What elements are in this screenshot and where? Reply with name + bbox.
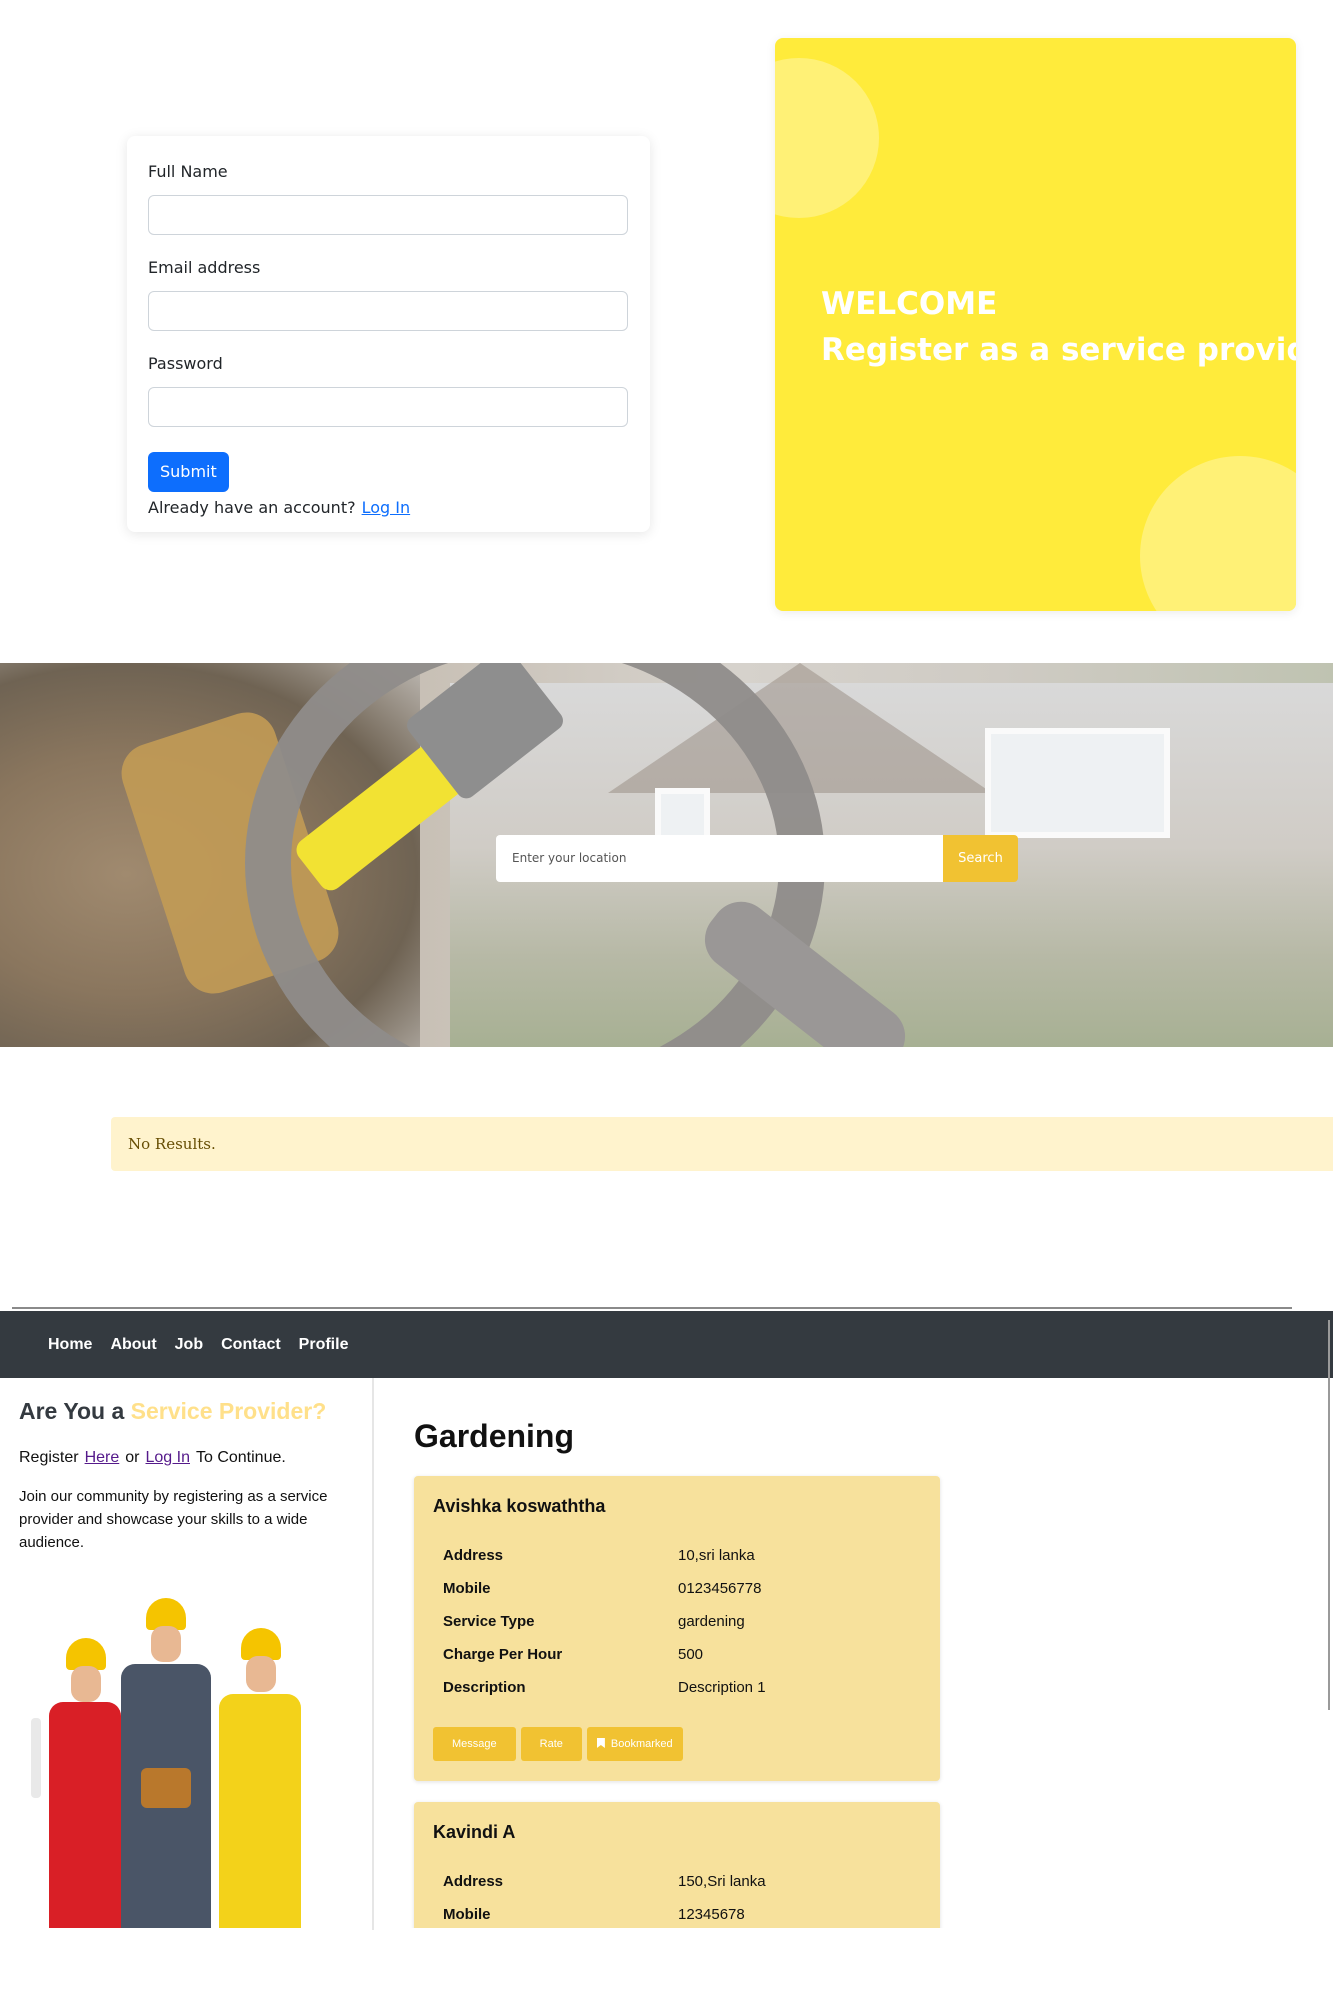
detail-value: 150,Sri lanka	[678, 1873, 766, 1890]
navbar: Home About Job Contact Profile	[0, 1311, 1333, 1378]
nav-about[interactable]: About	[110, 1336, 156, 1354]
detail-row: Address 10,sri lanka	[443, 1539, 766, 1572]
detail-row: Address 150,Sri lanka	[443, 1865, 766, 1898]
registration-form: Full Name Email address Password Submit …	[127, 136, 650, 532]
provider-name: Avishka koswaththa	[433, 1496, 606, 1516]
bookmark-button[interactable]: Bookmarked	[586, 1727, 683, 1761]
detail-row: Description Description 1	[443, 1671, 766, 1704]
email-input[interactable]	[148, 291, 628, 331]
or-word: or	[125, 1449, 140, 1466]
worker-figure	[211, 1628, 301, 1928]
worker-overalls	[219, 1694, 301, 1928]
bookmark-icon	[596, 1738, 605, 1748]
provider-actions: Message Rate Bookmarked	[433, 1727, 921, 1761]
detail-row: Charge Per Hour 500	[443, 1638, 766, 1671]
detail-value: 0123456778	[678, 1580, 762, 1597]
detail-key: Service Type	[443, 1613, 535, 1630]
continue-word: To Continue.	[195, 1449, 286, 1466]
welcome-title: WELCOME	[821, 286, 998, 322]
sidebar-login-link[interactable]: Log In	[146, 1449, 190, 1466]
rate-button[interactable]: Rate	[520, 1727, 582, 1761]
detail-row: Service Type gardening	[443, 1605, 766, 1638]
workers-illustration	[21, 1598, 321, 1928]
location-search-bar: Enter your location Search	[496, 835, 1018, 882]
detail-value: 500	[678, 1646, 704, 1663]
no-results-alert: No Results.	[111, 1117, 1333, 1171]
provider-details: Address 10,sri lanka Mobile 0123456778 Ser…	[443, 1539, 766, 1704]
divider	[12, 1307, 1292, 1309]
password-input[interactable]	[148, 387, 628, 427]
worker-apron	[49, 1702, 121, 1928]
full-name-input[interactable]	[148, 195, 628, 235]
welcome-subtitle: Register as a service provider	[821, 332, 1296, 368]
heading-prefix: Are You a	[19, 1398, 125, 1424]
results-viewport: Gardening Avishka koswaththa Address 10,s…	[400, 1418, 1000, 1928]
detail-value: 12345678	[678, 1906, 745, 1923]
provider-name: Kavindi A	[433, 1822, 516, 1842]
detail-row: Mobile 0123456778	[443, 1572, 766, 1605]
sidebar-heading: Are You a Service Provider?	[19, 1398, 353, 1425]
register-here-link[interactable]: Here	[85, 1449, 120, 1466]
full-name-label: Full Name	[148, 162, 228, 181]
provider-list: Gardening Avishka koswaththa Address 10,s…	[414, 1418, 974, 1928]
house-window	[985, 728, 1170, 838]
register-word: Register	[19, 1449, 79, 1466]
email-label: Email address	[148, 258, 261, 277]
paint-roller	[31, 1718, 41, 1798]
category-title: Gardening	[414, 1418, 575, 1454]
login-link[interactable]: Log In	[362, 498, 411, 517]
nav-contact[interactable]: Contact	[221, 1336, 281, 1354]
detail-key: Address	[443, 1547, 504, 1564]
welcome-panel: WELCOME Register as a service provider	[775, 38, 1296, 611]
location-search-input[interactable]: Enter your location	[496, 835, 943, 882]
provider-details: Address 150,Sri lanka Mobile 12345678	[443, 1865, 766, 1928]
detail-value: 10,sri lanka	[678, 1547, 755, 1564]
detail-key: Mobile	[443, 1580, 491, 1597]
provider-card: Avishka koswaththa Address 10,sri lanka M…	[414, 1476, 940, 1781]
register-line: Register Here or Log In To Continue.	[19, 1449, 353, 1467]
account-prompt-text: Already have an account?	[148, 498, 356, 517]
decorative-circle	[1140, 456, 1296, 611]
nav-profile[interactable]: Profile	[299, 1336, 349, 1354]
detail-key: Address	[443, 1873, 504, 1890]
search-button[interactable]: Search	[943, 835, 1018, 882]
face	[246, 1656, 276, 1692]
detail-value: gardening	[678, 1613, 745, 1630]
face	[71, 1666, 101, 1702]
nav-job[interactable]: Job	[175, 1336, 203, 1354]
worker-figure	[31, 1638, 121, 1928]
detail-row: Mobile 12345678	[443, 1898, 766, 1928]
join-description: Join our community by registering as a s…	[19, 1488, 328, 1551]
detail-key: Description	[443, 1679, 526, 1696]
tool-belt	[141, 1768, 191, 1808]
bookmark-label: Bookmarked	[610, 1738, 673, 1750]
detail-value: Description 1	[678, 1679, 766, 1696]
submit-button[interactable]: Submit	[148, 452, 229, 492]
message-button[interactable]: Message	[433, 1727, 516, 1761]
sidebar: Are You a Service Provider? Register Here…	[0, 1378, 374, 1930]
worker-figure	[121, 1598, 211, 1928]
heading-accent: Service Provider?	[130, 1398, 327, 1424]
face	[151, 1626, 181, 1662]
hero-banner: Enter your location Search	[0, 663, 1333, 1047]
password-label: Password	[148, 354, 223, 373]
detail-key: Mobile	[443, 1906, 491, 1923]
provider-card: Kavindi A Address 150,Sri lanka Mobile 123…	[414, 1802, 940, 1928]
decorative-circle	[775, 58, 879, 218]
detail-key: Charge Per Hour	[443, 1646, 563, 1663]
login-prompt: Already have an account? Log In	[148, 498, 629, 517]
nav-home[interactable]: Home	[48, 1336, 92, 1354]
scrollbar[interactable]	[1328, 1320, 1330, 1710]
